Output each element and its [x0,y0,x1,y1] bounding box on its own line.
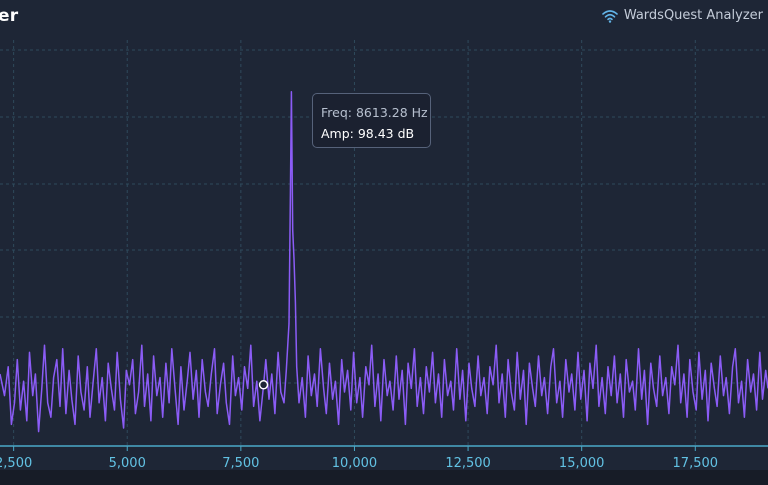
spectrum-chart[interactable]: 2,500 5,000 7,500 10,000 12,500 15,000 17,500 [0,0,768,485]
x-tick-labels: 2,500 5,000 7,500 10,000 12,500 15,000 17,500 [0,456,718,471]
x-tick-label: 15,000 [559,456,605,471]
data-tooltip: Freq: 8613.28 Hz Amp: 98.43 dB [312,93,431,148]
x-tick-label: 7,500 [222,456,259,471]
x-tick-label: 2,500 [0,456,32,471]
x-tick-label: 17,500 [673,456,719,471]
tooltip-frequency: Freq: 8613.28 Hz [321,105,428,120]
hover-point-marker[interactable] [258,380,269,390]
x-tick-label: 10,000 [332,456,378,471]
brand-label: WardsQuest Analyzer [623,8,763,23]
x-tick-label: 12,500 [445,456,491,471]
x-tick-label: 5,000 [109,456,146,471]
brand: WardsQuest Analyzer [602,8,763,23]
wifi-icon [602,9,618,23]
hover-marker-layer [258,380,269,390]
tooltip-amplitude: Amp: 98.43 dB [321,126,415,141]
bottom-band [0,470,768,485]
page-title: er [0,6,19,26]
x-axis [0,445,768,451]
